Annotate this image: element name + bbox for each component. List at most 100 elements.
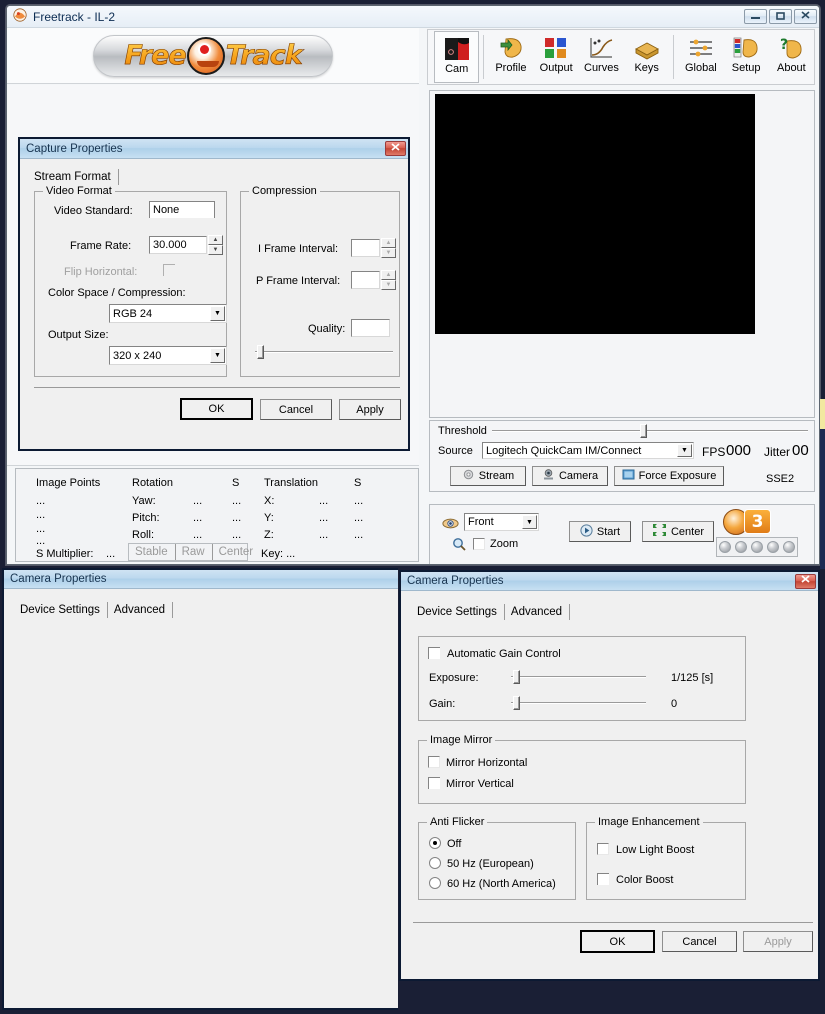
exposure-slider[interactable]	[511, 670, 646, 684]
tab-stable[interactable]: Stable	[129, 544, 176, 560]
anti-flicker-off-radio[interactable]	[429, 837, 441, 849]
output-size-value: 320 x 240	[113, 349, 162, 362]
mirror-horizontal-label: Mirror Horizontal	[446, 757, 528, 769]
toolbar-item-curves[interactable]: Curves	[579, 31, 624, 83]
p-frame-interval-field[interactable]	[351, 271, 380, 289]
fps-value: 000	[726, 442, 752, 459]
translation-z-label: Z:	[264, 529, 274, 541]
output-icon	[541, 34, 571, 62]
gain-slider-thumb[interactable]	[513, 696, 520, 710]
frame-rate-field[interactable]: 30.000	[149, 236, 207, 254]
start-button[interactable]: Start	[569, 521, 631, 542]
tracking-stats-panel: Image Points ... ... ... ... S Multiplie…	[15, 468, 419, 562]
force-exposure-button[interactable]: Force Exposure	[614, 466, 724, 486]
capture-ok-button[interactable]: OK	[180, 398, 253, 420]
color-boost-checkbox[interactable]	[597, 873, 609, 885]
tab-device-settings[interactable]: Device Settings	[14, 602, 108, 618]
capture-cancel-label: Cancel	[278, 403, 314, 416]
tab-raw[interactable]: Raw	[176, 544, 213, 560]
video-standard-label: Video Standard:	[54, 205, 133, 217]
exposure-slider-thumb[interactable]	[513, 670, 520, 684]
anti-flicker-60hz-radio[interactable]	[429, 877, 441, 889]
tab-advanced[interactable]: Advanced	[108, 602, 174, 618]
camera-right-close-button[interactable]	[795, 573, 816, 589]
toolbar-item-about[interactable]: ? About	[769, 31, 814, 83]
capture-tabstrip[interactable]: Stream Format	[28, 165, 119, 185]
quality-slider-rail	[255, 351, 393, 353]
camera-right-apply-button[interactable]: Apply	[743, 931, 813, 952]
chevron-down-icon[interactable]: ▼	[210, 348, 225, 363]
spinner-up-icon[interactable]: ▲	[381, 238, 396, 248]
translation-y-value: ...	[319, 512, 329, 524]
capture-apply-button[interactable]: Apply	[339, 399, 401, 420]
toolbar-item-cam[interactable]: Cam	[434, 31, 480, 83]
camera-properties-dialog-right: Camera Properties Device Settings Advanc…	[399, 570, 820, 981]
led-dot	[751, 541, 763, 553]
quality-field[interactable]	[351, 319, 390, 337]
toolbar-item-output[interactable]: Output	[534, 31, 579, 83]
p-frame-spinner[interactable]: ▲ ▼	[381, 270, 396, 290]
toolbar-item-setup[interactable]: Setup	[723, 31, 768, 83]
zoom-checkbox[interactable]	[473, 538, 485, 550]
output-size-select[interactable]: 320 x 240 ▼	[109, 346, 227, 365]
minimize-button[interactable]	[744, 9, 767, 24]
automatic-gain-control-checkbox[interactable]	[428, 647, 440, 659]
pitch-s-value: ...	[232, 512, 242, 524]
camera-right-cancel-button[interactable]: Cancel	[662, 931, 737, 952]
quality-slider[interactable]	[255, 345, 393, 359]
chevron-down-icon[interactable]: ▼	[677, 444, 692, 457]
toolbar-item-profile[interactable]: Profile	[488, 31, 533, 83]
center-button[interactable]: Center	[642, 521, 714, 542]
mirror-vertical-checkbox[interactable]	[428, 777, 440, 789]
gain-value: 0	[671, 698, 678, 710]
spinner-down-icon[interactable]: ▼	[381, 248, 396, 258]
magnifier-icon	[452, 537, 466, 554]
curves-icon	[586, 34, 616, 62]
threshold-slider[interactable]	[492, 423, 808, 439]
capture-cancel-button[interactable]: Cancel	[260, 399, 332, 420]
chevron-down-icon[interactable]: ▼	[210, 306, 225, 321]
view-direction-select[interactable]: Front ▼	[464, 513, 539, 531]
tab-advanced[interactable]: Advanced	[505, 604, 571, 620]
toolbar-item-global[interactable]: Global	[678, 31, 723, 83]
frame-rate-spinner[interactable]: ▲ ▼	[208, 235, 223, 255]
tab-stream-format[interactable]: Stream Format	[28, 169, 119, 185]
quality-slider-thumb[interactable]	[257, 345, 264, 359]
tab-center[interactable]: Center	[213, 544, 261, 560]
threshold-slider-thumb[interactable]	[640, 424, 647, 438]
maximize-button[interactable]	[769, 9, 792, 24]
color-space-select[interactable]: RGB 24 ▼	[109, 304, 227, 323]
camera-source-select[interactable]: Logitech QuickCam IM/Connect ▼	[482, 442, 694, 459]
low-light-boost-checkbox[interactable]	[597, 843, 609, 855]
camera-right-apply-label: Apply	[764, 935, 792, 948]
spinner-up-icon[interactable]: ▲	[381, 270, 396, 280]
camera-properties-dialog-left: Camera Properties Device Settings Advanc…	[2, 568, 398, 1010]
image-point-row: ...	[36, 535, 46, 547]
spinner-down-icon[interactable]: ▼	[381, 280, 396, 290]
tab-device-settings[interactable]: Device Settings	[411, 604, 505, 620]
about-icon: ?	[776, 34, 806, 62]
spinner-up-icon[interactable]: ▲	[208, 235, 223, 245]
i-frame-spinner[interactable]: ▲ ▼	[381, 238, 396, 258]
gain-slider[interactable]	[511, 696, 646, 710]
anti-flicker-50hz-label: 50 Hz (European)	[447, 858, 534, 870]
camera-right-tabstrip[interactable]: Device Settings Advanced	[411, 600, 586, 620]
camera-left-tabstrip[interactable]: Device Settings Advanced	[14, 598, 184, 618]
mode-tabstrip[interactable]: Stable Raw Center	[128, 543, 253, 561]
translation-x-label: X:	[264, 495, 275, 507]
toolbar-label-keys: Keys	[634, 62, 659, 74]
i-frame-interval-field[interactable]	[351, 239, 380, 257]
spinner-down-icon[interactable]: ▼	[208, 245, 223, 255]
anti-flicker-50hz-radio[interactable]	[429, 857, 441, 869]
toolbar-separator	[673, 35, 675, 79]
capture-dialog-close-button[interactable]	[385, 141, 406, 156]
close-icon	[800, 11, 811, 22]
capture-ok-label: OK	[208, 403, 225, 415]
chevron-down-icon[interactable]: ▼	[522, 515, 537, 529]
camera-right-ok-button[interactable]: OK	[580, 930, 655, 953]
toolbar-item-keys[interactable]: Keys	[624, 31, 669, 83]
camera-button[interactable]: Camera	[532, 466, 608, 486]
stream-button[interactable]: Stream	[450, 466, 526, 486]
mirror-horizontal-checkbox[interactable]	[428, 756, 440, 768]
close-button[interactable]	[794, 9, 817, 24]
